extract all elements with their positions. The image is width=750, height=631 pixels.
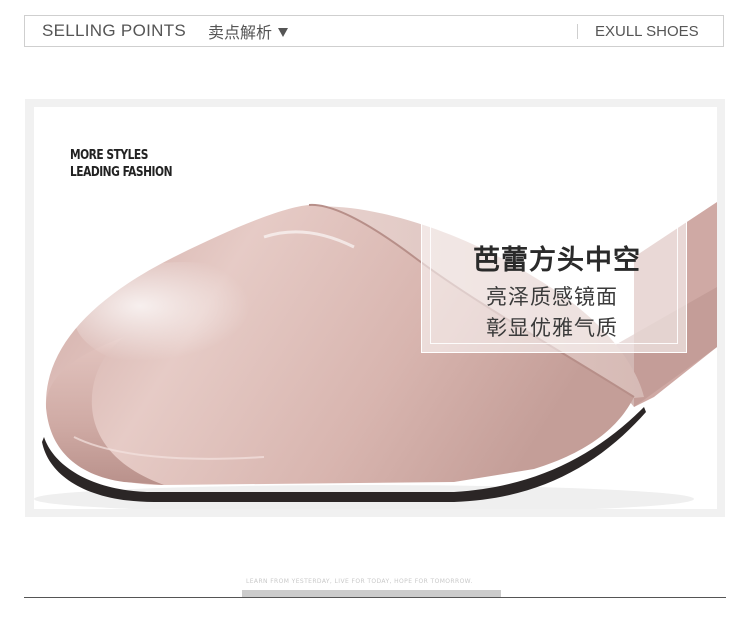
tagline-line-2: LEADING FASHION (70, 165, 173, 180)
triangle-down-icon[interactable] (278, 27, 289, 37)
feature-line-2: 彰显优雅气质 (486, 316, 618, 340)
product-image: MORE STYLES LEADING FASHION 芭蕾方头中空 亮泽质感镜… (34, 107, 717, 509)
styles-tagline: MORE STYLES LEADING FASHION (70, 147, 172, 181)
footer-caption: LEARN FROM YESTERDAY, LIVE FOR TODAY, HO… (246, 578, 473, 585)
section-title-cn: 卖点解析 (208, 23, 273, 42)
product-image-frame: MORE STYLES LEADING FASHION 芭蕾方头中空 亮泽质感镜… (25, 99, 725, 517)
section-title-en: SELLING POINTS (42, 21, 187, 40)
section-header: SELLING POINTS 卖点解析 EXULL SHOES (24, 15, 724, 47)
header-divider (577, 24, 578, 39)
feature-line-1: 亮泽质感镜面 (486, 285, 618, 309)
footer-divider (24, 597, 726, 598)
brand-name: EXULL SHOES (595, 22, 699, 40)
tagline-line-1: MORE STYLES (70, 148, 148, 163)
feature-text-box: 芭蕾方头中空 亮泽质感镜面 彰显优雅气质 (421, 217, 687, 353)
feature-title: 芭蕾方头中空 (473, 245, 641, 276)
section-title-group[interactable]: SELLING POINTS 卖点解析 (25, 16, 289, 46)
